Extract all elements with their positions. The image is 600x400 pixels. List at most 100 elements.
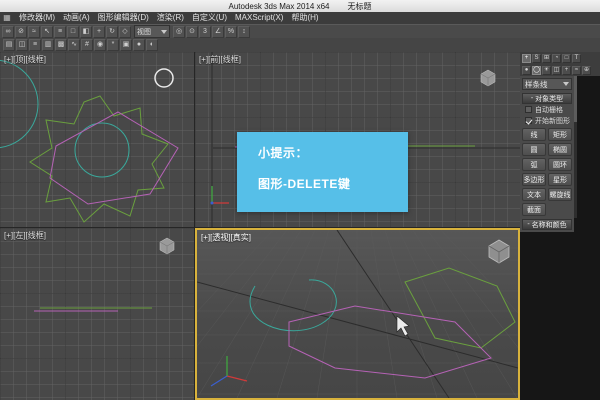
rendered-frame-window-icon[interactable]: ▣ — [120, 39, 132, 51]
graphite-modeling-toolbar-icon[interactable]: ▩ — [55, 39, 67, 51]
shapes-category-icon[interactable]: ◯ — [532, 66, 541, 75]
select-and-scale-icon[interactable]: ◇ — [119, 26, 131, 38]
3dsmax-window: Autodesk 3ds Max 2014 x64 无标题 ▦ 修改器(M)动画… — [0, 0, 600, 400]
render-production-icon[interactable]: ● — [133, 39, 145, 51]
curve-editor-icon[interactable]: ∿ — [68, 39, 80, 51]
reference-coordinate-value: 视图 — [137, 27, 151, 37]
autogrid-row: 自动栅格 — [522, 104, 572, 115]
viewport-top[interactable]: [+][顶][线框] — [0, 52, 194, 227]
geometry-category-icon[interactable]: ● — [522, 66, 531, 75]
panel-scrollbar[interactable] — [574, 76, 577, 218]
section-button[interactable]: 截面 — [522, 203, 546, 216]
systems-category-icon[interactable]: ⊕ — [582, 66, 591, 75]
rollout-name-color[interactable]: - 名称和颜色 — [522, 219, 572, 230]
lights-category-icon[interactable]: ☀ — [542, 66, 551, 75]
spinner-snap-toggle-icon[interactable]: ↕ — [238, 26, 250, 38]
unlink-selection-icon[interactable]: ⊘ — [15, 26, 27, 38]
donut-button[interactable]: 圆环 — [548, 158, 572, 171]
select-object-icon[interactable]: ↖ — [41, 26, 53, 38]
spline-gear-star[interactable] — [30, 96, 168, 222]
use-pivot-point-center-icon[interactable]: ◎ — [173, 26, 185, 38]
cameras-category-icon[interactable]: ◫ — [552, 66, 561, 75]
helpers-category-icon[interactable]: + — [562, 66, 571, 75]
viewport-left-label[interactable]: [+][左][线框] — [4, 230, 46, 241]
align-icon[interactable]: ≡ — [29, 39, 41, 51]
circle-button[interactable]: 圆 — [522, 143, 546, 156]
render-iterative-icon[interactable]: ◐ — [146, 39, 158, 51]
space-warps-category-icon[interactable]: ≈ — [572, 66, 581, 75]
start-new-shape-checkbox[interactable] — [525, 117, 532, 124]
menu-item-animation[interactable]: 动画(A) — [59, 12, 94, 24]
text-button[interactable]: 文本 — [522, 188, 546, 201]
menu-item-maxscript[interactable]: MAXScript(X) — [231, 12, 287, 24]
viewcube-home-icon[interactable] — [489, 240, 509, 263]
rollout-object-type[interactable]: - 对象类型 — [522, 93, 572, 104]
hint-tooltip: 小提示： 图形-DELETE键 — [237, 132, 408, 212]
spline-curve-teal[interactable] — [250, 280, 336, 331]
world-axis-tripod-icon — [211, 356, 247, 386]
title-bar[interactable]: Autodesk 3ds Max 2014 x64 无标题 — [0, 0, 600, 12]
select-by-name-icon[interactable]: ≡ — [54, 26, 66, 38]
menu-item-graph-editors[interactable]: 图形编辑器(D) — [94, 12, 153, 24]
autogrid-checkbox[interactable] — [525, 106, 532, 113]
perspective-grid — [197, 230, 518, 398]
viewport-top-label[interactable]: [+][顶][线框] — [4, 54, 46, 65]
perspective-axis-1 — [197, 282, 518, 368]
star-button[interactable]: 星形 — [548, 173, 572, 186]
document-title: 无标题 — [347, 1, 371, 12]
select-and-move-icon[interactable]: + — [93, 26, 105, 38]
snap-toggle-3d-icon[interactable]: 3 — [199, 26, 211, 38]
viewport-front-label[interactable]: [+][前][线框] — [199, 54, 241, 65]
main-toolbar: ∞⊘≈↖≡□◧+↻◇ 视图 ◎⊙3∠%↕ — [0, 24, 600, 38]
menu-item-rendering[interactable]: 渲染(R) — [153, 12, 188, 24]
percent-snap-toggle-icon[interactable]: % — [225, 26, 237, 38]
rectangle-button[interactable]: 矩形 — [548, 128, 572, 141]
object-type-buttons: 线矩形圆椭圆弧圆环多边形星形文本螺旋线截面 — [522, 128, 572, 216]
subcategory-dropdown[interactable]: 样条线 — [522, 78, 572, 90]
utilities-tab-icon[interactable]: T — [572, 54, 581, 63]
spline-polygon[interactable] — [289, 306, 491, 378]
workspaces-icon[interactable]: ▦ — [2, 13, 12, 23]
arc-button[interactable]: 弧 — [522, 158, 546, 171]
select-and-manipulate-icon[interactable]: ⊙ — [186, 26, 198, 38]
viewcube-icon[interactable] — [481, 70, 495, 86]
viewport-perspective[interactable]: [+][透视][真实] — [195, 228, 520, 400]
spline-gear-star[interactable] — [405, 268, 515, 348]
modify-tab-icon[interactable]: S — [532, 54, 541, 63]
schematic-view-icon[interactable]: # — [81, 39, 93, 51]
material-editor-icon[interactable]: ◉ — [94, 39, 106, 51]
edit-named-selection-sets-icon[interactable]: ▤ — [3, 39, 15, 51]
ngon-button[interactable]: 多边形 — [522, 173, 546, 186]
start-new-shape-row: 开始新图形 — [522, 115, 572, 126]
collapse-icon: - — [527, 221, 529, 228]
angle-snap-toggle-icon[interactable]: ∠ — [212, 26, 224, 38]
select-and-rotate-icon[interactable]: ↻ — [106, 26, 118, 38]
window-crossing-toggle-icon[interactable]: ◧ — [80, 26, 92, 38]
hierarchy-tab-icon[interactable]: ⊞ — [542, 54, 551, 63]
menu-item-help[interactable]: 帮助(H) — [287, 12, 322, 24]
motion-tab-icon[interactable]: ◔ — [552, 54, 561, 63]
menu-item-customize[interactable]: 自定义(U) — [188, 12, 231, 24]
mirror-icon[interactable]: ◫ — [16, 39, 28, 51]
display-tab-icon[interactable]: □ — [562, 54, 571, 63]
spline-circle-selected[interactable] — [155, 69, 173, 87]
reference-coordinate-dropdown[interactable]: 视图 — [134, 25, 170, 38]
create-tab-icon[interactable]: + — [522, 54, 531, 63]
layer-manager-icon[interactable]: ▥ — [42, 39, 54, 51]
secondary-toolbar: ▤◫≡▥▩∿#◉*▣●◐ — [0, 38, 600, 52]
app-title: Autodesk 3ds Max 2014 x64 — [229, 2, 330, 11]
ellipse-button[interactable]: 椭圆 — [548, 143, 572, 156]
bind-to-space-warp-icon[interactable]: ≈ — [28, 26, 40, 38]
viewcube-icon[interactable] — [160, 238, 174, 254]
menu-bar: ▦ 修改器(M)动画(A)图形编辑器(D)渲染(R)自定义(U)MAXScrip… — [0, 12, 600, 24]
render-setup-icon[interactable]: * — [107, 39, 119, 51]
rectangular-selection-region-icon[interactable]: □ — [67, 26, 79, 38]
panel-scrollbar-thumb[interactable] — [574, 76, 577, 122]
spline-circle-partial[interactable] — [0, 60, 38, 148]
viewport-left[interactable]: [+][左][线框] — [0, 228, 194, 400]
viewport-perspective-label[interactable]: [+][透视][真实] — [201, 232, 251, 243]
select-and-link-icon[interactable]: ∞ — [2, 26, 14, 38]
line-button[interactable]: 线 — [522, 128, 546, 141]
helix-button[interactable]: 螺旋线 — [548, 188, 572, 201]
menu-item-modifiers[interactable]: 修改器(M) — [15, 12, 59, 24]
